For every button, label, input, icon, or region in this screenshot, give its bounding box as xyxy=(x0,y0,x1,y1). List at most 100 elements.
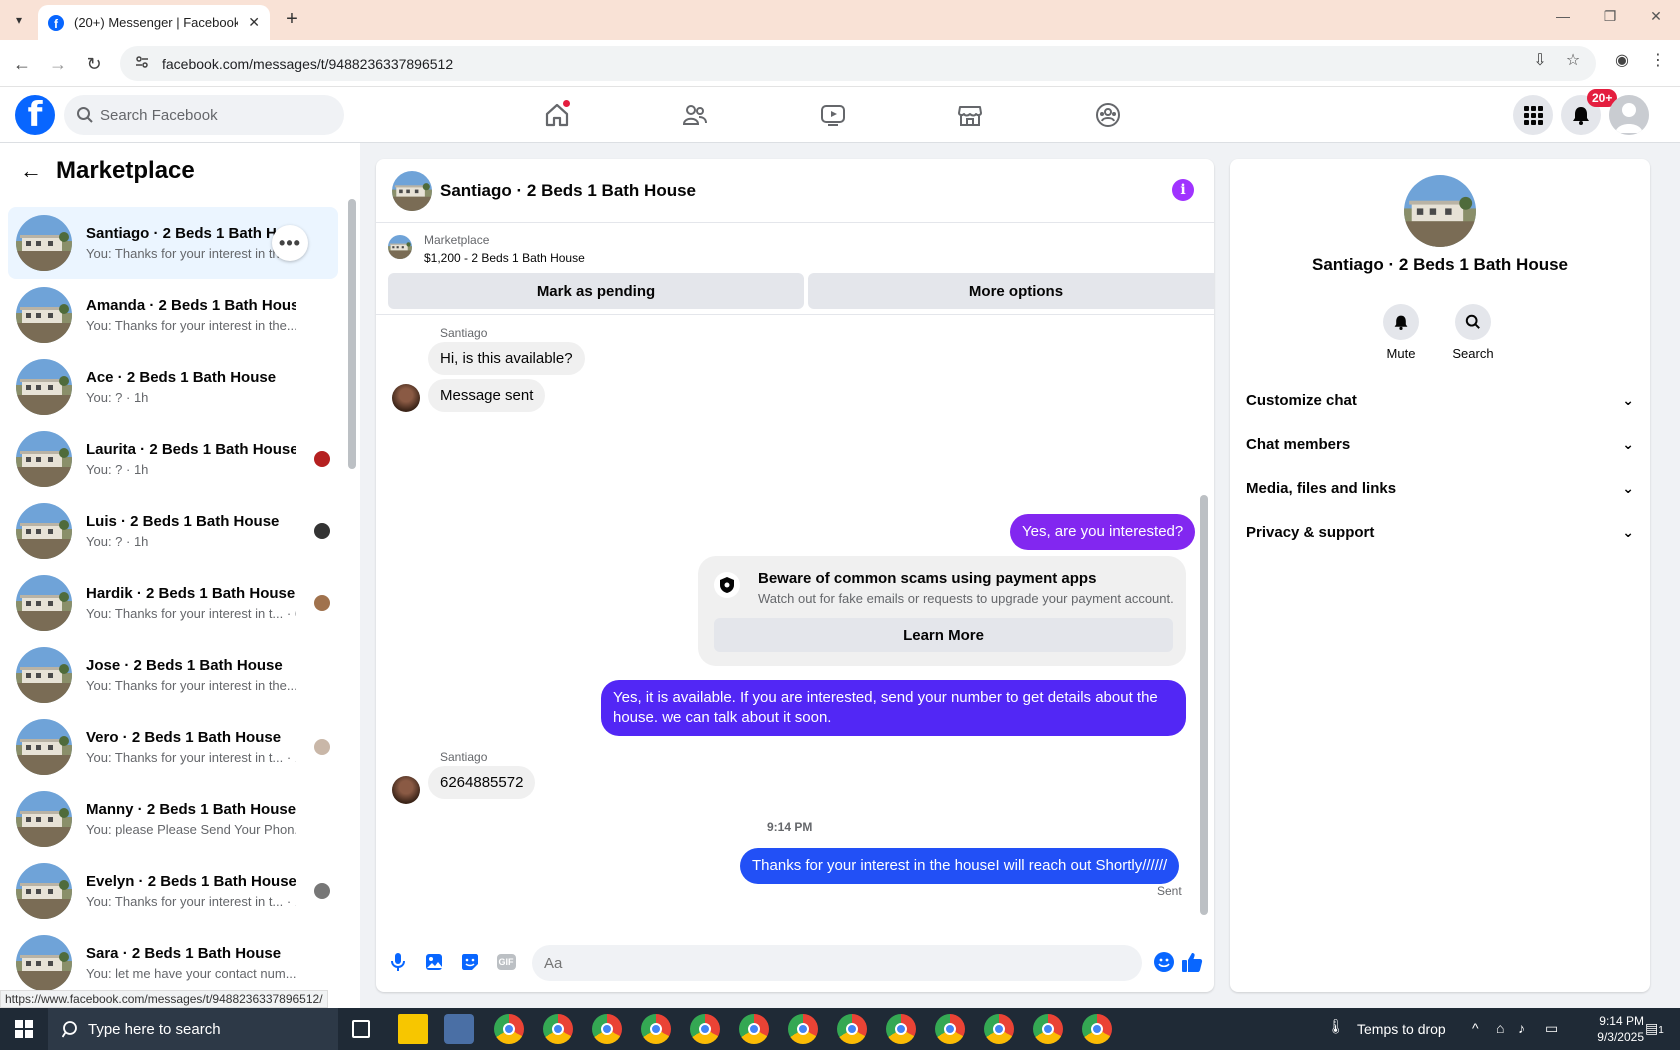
chrome-app-icon[interactable] xyxy=(494,1014,524,1044)
chat-title[interactable]: Santiago · 2 Beds 1 Bath House xyxy=(440,181,696,201)
thumbs-up-icon[interactable] xyxy=(1180,950,1204,974)
profile-icon[interactable]: ◉ xyxy=(1611,50,1633,70)
display-icon[interactable]: ▭ xyxy=(1545,1020,1558,1037)
conversation-item[interactable]: Santiago · 2 Beds 1 Bath House You: Thank… xyxy=(8,207,338,279)
tray-chevron-icon[interactable]: ^ xyxy=(1472,1020,1479,1036)
gif-icon[interactable]: GIF xyxy=(494,950,518,974)
conversation-item[interactable]: Jose · 2 Beds 1 Bath House You: Thanks fo… xyxy=(8,639,338,711)
nav-video[interactable] xyxy=(777,87,889,143)
message-bubble-outgoing[interactable]: Yes, are you interested? xyxy=(1010,514,1196,550)
taskbar-clock[interactable]: 9:14 PM 9/3/2025 xyxy=(1584,1013,1644,1045)
privacy-support-section[interactable]: Privacy & support ⌄ xyxy=(1246,512,1634,552)
message-bubble-incoming[interactable]: Hi, is this available? xyxy=(428,342,585,375)
nav-home[interactable] xyxy=(501,87,613,143)
facebook-logo[interactable]: f xyxy=(15,95,55,135)
nav-groups[interactable] xyxy=(1052,87,1164,143)
conversation-item[interactable]: Vero · 2 Beds 1 Bath House You: Thanks fo… xyxy=(8,711,338,783)
task-view-icon[interactable] xyxy=(352,1020,370,1038)
chrome-app-icon[interactable] xyxy=(1033,1014,1063,1044)
chat-members-section[interactable]: Chat members ⌄ xyxy=(1246,424,1634,464)
conversation-item[interactable]: Hardik · 2 Beds 1 Bath House You: Thanks … xyxy=(8,567,338,639)
message-bubble-incoming[interactable]: 6264885572 xyxy=(428,766,536,799)
url-field[interactable]: facebook.com/messages/t/9488236337896512 xyxy=(120,46,1596,81)
taskbar-search-input[interactable]: Type here to search xyxy=(48,1008,338,1050)
new-tab-icon[interactable]: + xyxy=(280,8,304,31)
install-app-icon[interactable]: ⇩ xyxy=(1529,50,1551,70)
sticky-notes-icon[interactable] xyxy=(398,1014,428,1044)
restore-icon[interactable]: ❐ xyxy=(1600,8,1620,25)
info-icon[interactable]: i xyxy=(1172,179,1194,201)
message-bubble-incoming[interactable]: Message sent xyxy=(428,379,546,412)
tab-search-dropdown-icon[interactable]: ▾ xyxy=(8,9,30,31)
browser-menu-icon[interactable]: ⋮ xyxy=(1647,50,1669,70)
forward-icon[interactable]: → xyxy=(46,52,70,76)
reload-icon[interactable]: ↻ xyxy=(82,52,106,76)
house-photo-icon xyxy=(16,791,72,847)
weather-text[interactable]: Temps to drop xyxy=(1357,1021,1446,1037)
nav-friends[interactable] xyxy=(639,87,751,143)
mute-button[interactable]: Mute xyxy=(1366,304,1436,361)
chrome-app-icon[interactable] xyxy=(984,1014,1014,1044)
message-bubble-outgoing[interactable]: Thanks for your interest in the houseI w… xyxy=(740,848,1180,884)
snipping-tool-icon[interactable] xyxy=(444,1014,474,1044)
video-icon xyxy=(821,105,845,126)
message-bubble-outgoing[interactable]: Yes, it is available. If you are interes… xyxy=(601,680,1186,736)
sticker-icon[interactable] xyxy=(458,950,482,974)
more-options-icon[interactable]: ••• xyxy=(272,225,308,261)
listing-thumbnail[interactable] xyxy=(388,235,412,259)
sender-avatar[interactable] xyxy=(392,776,420,804)
nav-marketplace[interactable] xyxy=(914,87,1026,143)
conversation-item[interactable]: Laurita · 2 Beds 1 Bath House You: ? · 1h xyxy=(8,423,338,495)
mark-as-pending-button[interactable]: Mark as pending xyxy=(388,273,804,309)
message-input[interactable] xyxy=(532,945,1142,981)
menu-grid-button[interactable] xyxy=(1513,95,1553,135)
browser-tab[interactable]: f (20+) Messenger | Facebook ✕ xyxy=(38,5,270,40)
volume-icon[interactable]: ♪ xyxy=(1518,1020,1525,1036)
details-avatar[interactable] xyxy=(1404,175,1476,247)
search-in-chat-button[interactable]: Search xyxy=(1438,304,1508,361)
account-avatar[interactable] xyxy=(1609,95,1649,135)
chrome-app-icon[interactable] xyxy=(543,1014,573,1044)
sender-avatar[interactable] xyxy=(392,384,420,412)
back-arrow-icon[interactable]: ← xyxy=(20,158,42,184)
back-icon[interactable]: ← xyxy=(10,52,34,76)
media-files-links-section[interactable]: Media, files and links ⌄ xyxy=(1246,468,1634,508)
chrome-app-icon[interactable] xyxy=(690,1014,720,1044)
photo-icon[interactable] xyxy=(422,950,446,974)
minimize-icon[interactable]: — xyxy=(1553,8,1573,24)
bookmark-star-icon[interactable]: ☆ xyxy=(1562,50,1584,70)
notification-center-icon[interactable]: ▤1 xyxy=(1645,1020,1664,1037)
listing-title[interactable]: $1,200 - 2 Beds 1 Bath House xyxy=(424,251,585,265)
facebook-search-input[interactable]: Search Facebook xyxy=(64,95,344,135)
site-info-icon[interactable] xyxy=(134,54,150,73)
conversation-item[interactable]: Manny · 2 Beds 1 Bath House You: please P… xyxy=(8,783,338,855)
conversation-item[interactable]: Evelyn · 2 Beds 1 Bath House You: Thanks … xyxy=(8,855,338,927)
chrome-app-icon[interactable] xyxy=(788,1014,818,1044)
microphone-icon[interactable] xyxy=(386,950,410,974)
chrome-app-icon[interactable] xyxy=(641,1014,671,1044)
customize-chat-section[interactable]: Customize chat ⌄ xyxy=(1246,380,1634,420)
address-bar: ← → ↻ facebook.com/messages/t/9488236337… xyxy=(0,40,1680,87)
chrome-app-icon[interactable] xyxy=(1082,1014,1112,1044)
chrome-app-icon[interactable] xyxy=(935,1014,965,1044)
close-window-icon[interactable]: ✕ xyxy=(1646,8,1666,25)
more-options-button[interactable]: More options xyxy=(808,273,1214,309)
chat-avatar[interactable] xyxy=(392,170,432,211)
chrome-app-icon[interactable] xyxy=(837,1014,867,1044)
chrome-app-icon[interactable] xyxy=(592,1014,622,1044)
chrome-center xyxy=(748,1023,760,1035)
conversation-item[interactable]: Ace · 2 Beds 1 Bath House You: ? · 1h xyxy=(8,351,338,423)
emoji-icon[interactable] xyxy=(1152,950,1176,974)
learn-more-button[interactable]: Learn More xyxy=(714,618,1173,652)
tab-close-icon[interactable]: ✕ xyxy=(248,14,260,31)
chat-scrollbar[interactable] xyxy=(1200,495,1208,915)
weather-icon[interactable]: 🌡 xyxy=(1327,1018,1345,1035)
conversation-item[interactable]: Amanda · 2 Beds 1 Bath House You: Thanks … xyxy=(8,279,338,351)
conversation-item[interactable]: Luis · 2 Beds 1 Bath House You: ? · 1h xyxy=(8,495,338,567)
network-icon[interactable]: ⌂ xyxy=(1496,1020,1504,1036)
sidebar-scrollbar[interactable] xyxy=(348,199,356,469)
chrome-app-icon[interactable] xyxy=(739,1014,769,1044)
conversation-item[interactable]: Sara · 2 Beds 1 Bath House You: let me ha… xyxy=(8,927,338,999)
windows-start-icon[interactable] xyxy=(0,1008,48,1050)
chrome-app-icon[interactable] xyxy=(886,1014,916,1044)
